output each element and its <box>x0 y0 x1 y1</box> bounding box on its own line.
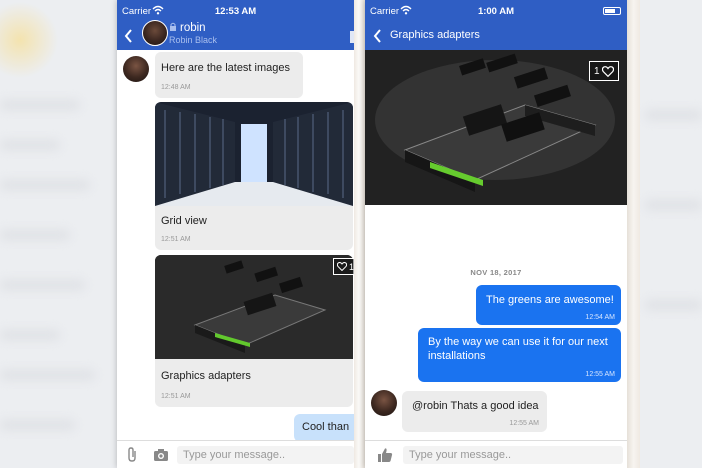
blur-line <box>645 200 702 210</box>
blur-line <box>0 330 60 340</box>
datacenter-image[interactable] <box>155 102 353 206</box>
sender-avatar <box>123 56 149 82</box>
battery-icon <box>603 7 621 15</box>
message-bubble[interactable]: Cool than <box>294 414 354 440</box>
like-badge[interactable]: 1 <box>589 61 619 81</box>
back-icon[interactable] <box>373 29 382 43</box>
message-time: 12:48 AM <box>161 84 191 91</box>
blur-line <box>645 110 702 120</box>
heart-icon <box>337 262 347 271</box>
camera-icon[interactable] <box>153 447 169 463</box>
device-frame-edge <box>627 0 640 468</box>
message-input[interactable]: Type your message.. <box>403 446 623 464</box>
message-text: @robin Thats a good idea <box>412 400 539 412</box>
message-bubble-outgoing[interactable]: The greens are awesome! 12:54 AM <box>476 285 621 325</box>
contact-avatar[interactable] <box>142 20 168 46</box>
image-title: Graphics adapters <box>390 29 480 41</box>
message-bubble[interactable]: Here are the latest images 12:48 AM <box>155 52 303 98</box>
message-bubble-incoming[interactable]: @robin Thats a good idea 12:55 AM <box>402 391 547 432</box>
message-time: 12:51 AM <box>161 236 191 243</box>
like-badge[interactable]: 1 <box>333 258 354 275</box>
message-time: 12:51 AM <box>161 393 191 400</box>
sender-avatar <box>371 390 397 416</box>
message-bubble-outgoing[interactable]: By the way we can use it for our next in… <box>418 328 621 382</box>
image-caption: Grid view <box>161 215 207 227</box>
blur-line <box>645 300 702 310</box>
composer-bar: Type your message.. <box>365 440 627 468</box>
paperclip-icon[interactable] <box>125 447 141 463</box>
composer-bar: Type your message.. <box>117 440 354 468</box>
contact-fullname: Robin Black <box>169 35 218 45</box>
status-time: 12:53 AM <box>214 6 257 17</box>
message-time: 12:55 AM <box>585 371 615 378</box>
blur-line <box>0 420 75 430</box>
blur-line <box>0 140 60 150</box>
thumbs-up-icon[interactable] <box>377 447 393 463</box>
blur-line <box>0 370 95 380</box>
message-time: 12:55 AM <box>509 420 539 427</box>
message-input[interactable]: Type your message.. <box>177 446 354 464</box>
contact-name: robin <box>180 22 206 34</box>
blur-line <box>0 180 90 190</box>
message-text: Here are the latest images <box>161 62 291 74</box>
message-list[interactable]: Here are the latest images 12:48 AM Grid… <box>117 50 354 440</box>
blur-line <box>0 100 80 110</box>
blur-line <box>0 280 85 290</box>
image-message[interactable]: Grid view 12:51 AM <box>155 102 353 250</box>
status-bar: Carrier 1:00 AM <box>365 0 627 22</box>
gpu-image[interactable] <box>155 255 353 359</box>
like-count: 1 <box>594 65 600 77</box>
device-frame-edge <box>354 0 365 468</box>
message-text: Cool than <box>302 421 350 433</box>
back-icon[interactable] <box>124 29 133 43</box>
date-separator: NOV 18, 2017 <box>470 268 522 277</box>
message-text: By the way we can use it for our next in… <box>428 336 608 362</box>
message-text: The greens are awesome! <box>486 294 614 306</box>
image-header: Graphics adapters <box>365 22 627 50</box>
gpu-image-large[interactable] <box>365 50 627 205</box>
chat-screen-right: Carrier 1:00 AM Graphics adapters 1 NOV … <box>365 0 627 468</box>
chat-screen-left: Carrier 12:53 AM robin Robin Black Here … <box>117 0 354 468</box>
chat-header: robin Robin Black <box>117 20 354 50</box>
message-time: 12:54 AM <box>585 314 615 321</box>
status-bar: Carrier 12:53 AM <box>117 0 354 22</box>
heart-icon <box>601 65 614 77</box>
lock-icon <box>170 22 176 31</box>
status-time: 1:00 AM <box>477 6 515 17</box>
blur-line <box>0 230 70 240</box>
image-message[interactable]: 1 Graphics adapters 12:51 AM <box>155 255 354 407</box>
image-caption: Graphics adapters <box>161 370 251 382</box>
